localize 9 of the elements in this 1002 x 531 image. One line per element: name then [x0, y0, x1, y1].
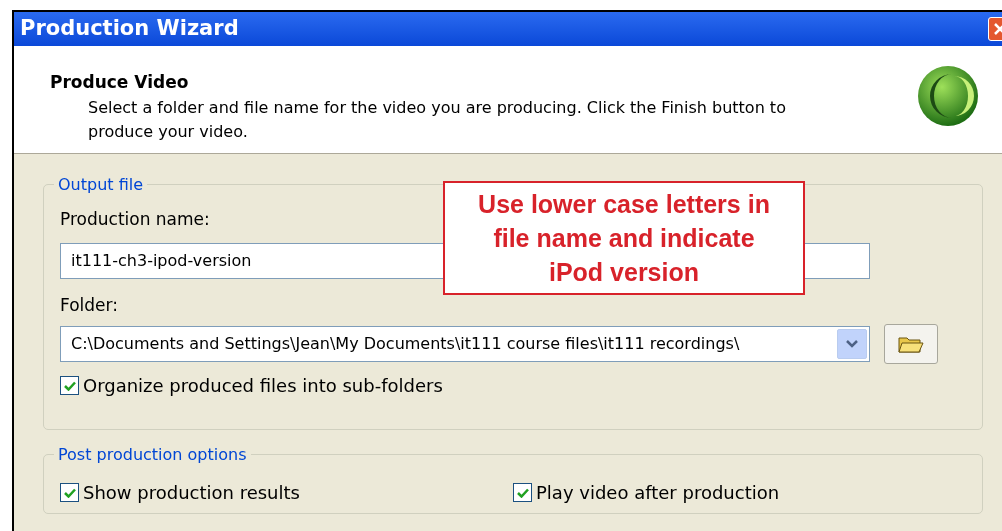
checkbox-label: Play video after production: [536, 481, 780, 505]
header-title: Produce Video: [50, 71, 190, 94]
checkbox-label: Organize produced files into sub-folders: [83, 374, 443, 398]
window-title: Production Wizard: [20, 15, 239, 43]
field-label: Folder:: [60, 293, 119, 317]
field-label: Production name:: [60, 208, 211, 231]
header-description: Select a folder and file name for the video you are producing. Click the Finish button to produce your video.: [87, 96, 787, 143]
annotation-tooltip: Use lower case letters in file name and indicate iPod version: [443, 181, 805, 295]
checkbox-label: Show production results: [83, 481, 300, 505]
